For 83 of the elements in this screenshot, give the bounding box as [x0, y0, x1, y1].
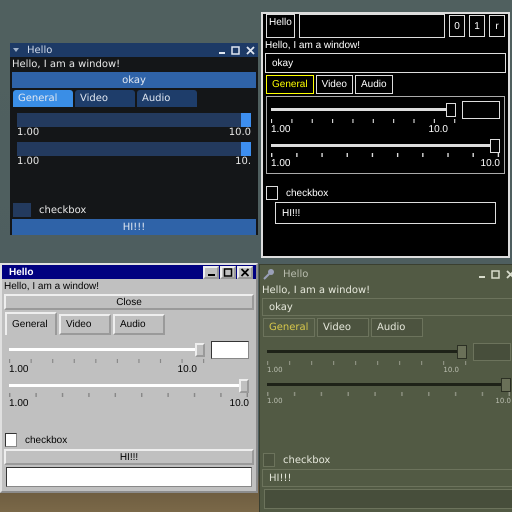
slider-thumb[interactable] [457, 345, 467, 359]
minimize-button[interactable] [203, 266, 219, 278]
title-button[interactable]: r [489, 15, 505, 37]
tab[interactable]: Audio [113, 314, 165, 335]
tab[interactable]: General [263, 318, 315, 337]
title-button[interactable]: 1 [469, 15, 485, 37]
maximize-icon [491, 270, 500, 278]
window-label: Hello, I am a window! [261, 285, 372, 296]
checkbox[interactable] [263, 453, 275, 467]
checkbox[interactable] [13, 203, 31, 217]
input-field[interactable] [264, 489, 512, 509]
slider-track[interactable] [271, 139, 500, 153]
top-button[interactable]: okay [12, 72, 256, 88]
slider-max-label: 10.0 [228, 127, 251, 138]
tab[interactable]: Video [75, 90, 135, 107]
slider-min-label: 1.00 [17, 156, 40, 167]
top-button[interactable]: okay [262, 298, 512, 316]
menu-arrow-icon[interactable] [13, 48, 19, 52]
close-icon [239, 268, 251, 276]
maximize-button[interactable] [231, 46, 240, 54]
window-label: Hello, I am a window! [11, 59, 122, 70]
slider-min-label: 1.00 [9, 364, 28, 375]
tab[interactable]: Video [316, 75, 353, 94]
title-bar[interactable]: Hello [10, 43, 258, 57]
window-title: Hello [26, 44, 54, 56]
window-title: Hello [8, 266, 34, 278]
slider-min-label: 1.00 [9, 398, 28, 409]
close-button[interactable] [246, 46, 255, 54]
checkbox-label: checkbox [282, 454, 332, 466]
slider-track[interactable] [9, 379, 249, 393]
minimize-icon [479, 276, 485, 278]
slider-thumb[interactable] [241, 142, 251, 156]
maximize-icon [231, 46, 240, 54]
close-button[interactable] [237, 266, 253, 278]
slider-track[interactable] [271, 103, 456, 117]
slider-max-label: 10.0 [428, 124, 448, 135]
close-icon [246, 46, 255, 54]
checkbox[interactable] [5, 433, 17, 447]
top-button[interactable]: Close [4, 294, 254, 310]
top-button[interactable]: okay [265, 53, 506, 73]
tab[interactable]: Audio [137, 90, 197, 107]
slider-track[interactable] [267, 345, 467, 359]
checkbox-label: checkbox [285, 188, 330, 198]
minimize-icon [219, 52, 225, 54]
title-bar[interactable]: Hello [2, 265, 256, 279]
hi-button[interactable]: HI!!! [262, 469, 512, 487]
slider-track[interactable] [17, 113, 251, 127]
slider-max-label: 10.0 [178, 364, 197, 375]
slider-min-label: 1.00 [17, 127, 40, 138]
window-title: Hello [282, 268, 310, 280]
maximize-button[interactable] [220, 266, 236, 278]
tab[interactable]: Audio [354, 75, 393, 94]
slider-max-label: 10. [235, 156, 251, 167]
slider-max-label: 10.0 [480, 158, 500, 169]
slider-track[interactable] [17, 142, 251, 156]
value-field[interactable] [211, 341, 249, 359]
tab[interactable]: General [5, 312, 57, 335]
slider-thumb[interactable] [501, 378, 511, 392]
slider-thumb[interactable] [241, 113, 251, 127]
window-title: Hello [266, 14, 295, 38]
window-label: Hello, I am a window! [264, 40, 362, 51]
title-button[interactable]: 0 [449, 15, 465, 37]
maximize-icon [222, 268, 234, 276]
input-field[interactable] [6, 467, 252, 487]
slider-track[interactable] [9, 343, 205, 357]
pin-icon[interactable] [263, 268, 275, 280]
tab[interactable]: General [266, 75, 314, 94]
hi-button[interactable]: HI!!! [12, 219, 256, 235]
minimize-icon [208, 274, 214, 276]
value-field[interactable] [473, 343, 511, 361]
tab[interactable]: Video [59, 314, 111, 335]
slider-track[interactable] [267, 378, 511, 392]
slider-min-label: 1.00 [271, 158, 290, 169]
hi-button[interactable]: HI!!! [4, 449, 254, 465]
window-label: Hello, I am a window! [3, 281, 100, 292]
checkbox-label: checkbox [38, 204, 88, 216]
title-bar[interactable]: Hello 0 1 r [263, 14, 508, 38]
checkbox-label: checkbox [24, 434, 68, 446]
hi-button[interactable]: HI!!! [275, 202, 496, 224]
slider-max-label: 10.0 [230, 398, 249, 409]
tab[interactable]: Audio [371, 318, 423, 337]
tab[interactable]: Video [317, 318, 369, 337]
slider-min-label: 1.00 [271, 124, 290, 135]
